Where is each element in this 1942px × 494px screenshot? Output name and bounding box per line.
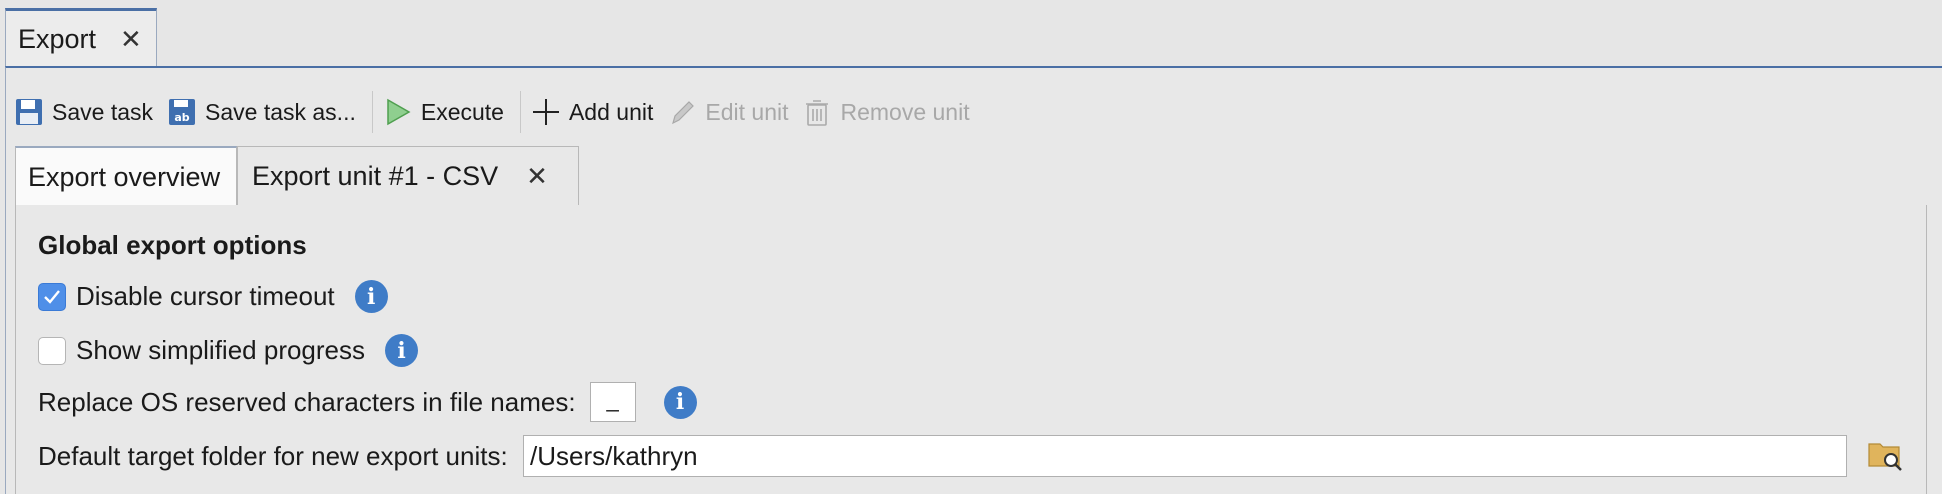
info-icon[interactable]: i (385, 334, 419, 367)
toolbar-separator (371, 91, 373, 133)
edit-unit-label: Edit unit (705, 98, 789, 125)
export-tab-label: Export (18, 24, 97, 54)
toolbar: Save task ab Save task as... Execute Add… (14, 91, 984, 133)
checkmark-icon (44, 289, 60, 304)
tab-export-overview[interactable]: Export overview (15, 146, 237, 206)
replace-os-chars-label: Replace OS reserved characters in file n… (38, 386, 576, 417)
info-icon[interactable]: i (354, 280, 388, 313)
play-icon (387, 98, 411, 126)
toolbar-separator (519, 91, 521, 133)
export-window-tab[interactable]: Export ✕ (5, 8, 157, 68)
execute-button[interactable]: Execute (383, 97, 504, 127)
target-folder-input[interactable]: /Users/kathryn (523, 435, 1847, 477)
export-tabs: Export overview Export unit #1 - CSV ✕ (15, 146, 1927, 206)
close-icon[interactable]: ✕ (120, 24, 142, 55)
execute-label: Execute (420, 98, 504, 125)
tab-export-unit-1[interactable]: Export unit #1 - CSV ✕ (237, 146, 579, 206)
info-icon[interactable]: i (663, 385, 697, 419)
default-target-folder-row: Default target folder for new export uni… (38, 441, 508, 472)
trash-icon (806, 100, 829, 126)
plus-icon (532, 99, 559, 125)
default-target-folder-label: Default target folder for new export uni… (38, 441, 508, 471)
save-task-as-label: Save task as... (205, 98, 356, 125)
close-icon[interactable]: ✕ (526, 161, 548, 192)
disable-cursor-timeout-row: Disable cursor timeout i (38, 280, 388, 313)
save-task-button[interactable]: Save task (14, 97, 153, 127)
disable-cursor-timeout-checkbox[interactable] (38, 282, 66, 311)
tab-label: Export unit #1 - CSV (252, 161, 499, 191)
section-heading: Global export options (38, 230, 307, 260)
save-task-as-button[interactable]: ab Save task as... (167, 97, 356, 127)
tab-label: Export overview (28, 161, 221, 192)
show-simplified-progress-label: Show simplified progress (76, 335, 366, 365)
show-simplified-progress-row: Show simplified progress i (38, 334, 419, 367)
svg-text:ab: ab (174, 111, 189, 124)
save-task-label: Save task (52, 98, 153, 125)
edit-unit-button[interactable]: Edit unit (667, 97, 788, 127)
floppy-disk-icon (16, 99, 42, 125)
remove-unit-label: Remove unit (840, 98, 970, 125)
replace-os-chars-row: Replace OS reserved characters in file n… (38, 382, 697, 422)
disable-cursor-timeout-label: Disable cursor timeout (76, 281, 335, 311)
floppy-disk-rename-icon: ab (169, 99, 195, 125)
browse-folder-icon[interactable] (1867, 436, 1903, 472)
replace-char-input[interactable]: _ (589, 382, 636, 422)
target-folder-value: /Users/kathryn (530, 440, 698, 471)
remove-unit-button[interactable]: Remove unit (802, 97, 970, 127)
add-unit-button[interactable]: Add unit (531, 97, 653, 127)
pencil-icon (672, 101, 695, 125)
add-unit-label: Add unit (568, 98, 654, 125)
show-simplified-progress-checkbox[interactable] (38, 336, 66, 365)
